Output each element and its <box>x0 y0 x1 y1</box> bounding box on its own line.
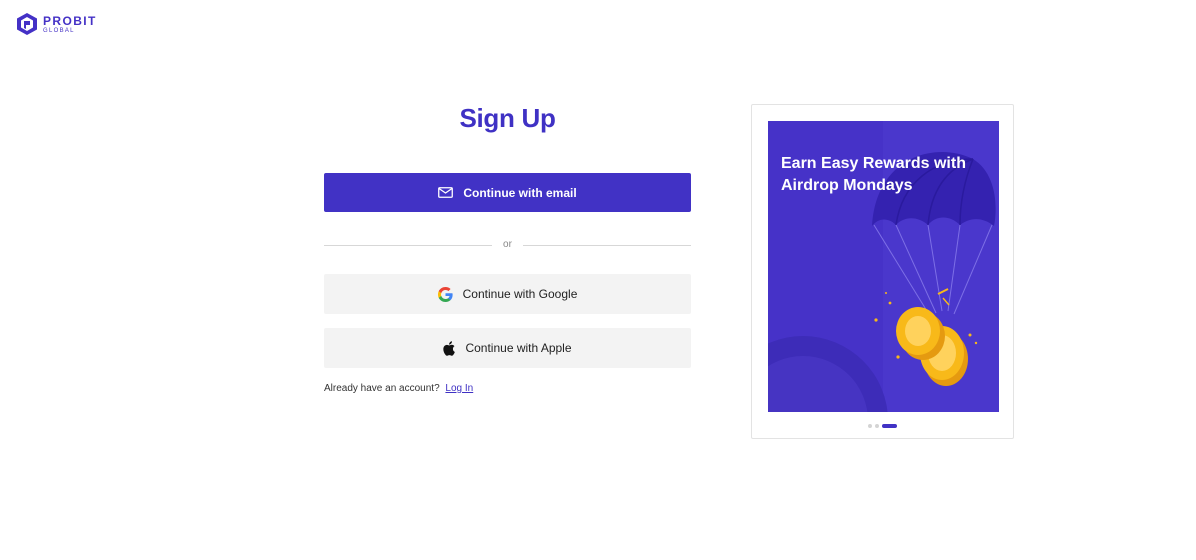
mail-icon <box>438 187 454 198</box>
logo-sub: GLOBAL <box>43 27 75 34</box>
probit-logo[interactable]: PROBIT GLOBAL <box>17 13 97 35</box>
or-divider: or <box>324 238 691 252</box>
google-icon <box>437 286 453 302</box>
apple-button-label: Continue with Apple <box>465 341 572 355</box>
carousel-dot-1[interactable] <box>868 424 872 428</box>
page-title: Sign Up <box>459 103 556 133</box>
probit-logo-icon <box>17 13 37 35</box>
carousel-dot-3[interactable] <box>882 424 897 428</box>
login-prompt-row: Already have an account? Log In <box>324 383 473 394</box>
login-link[interactable]: Log In <box>445 383 473 394</box>
continue-with-email-button[interactable]: Continue with email <box>324 173 691 212</box>
carousel-dot-2[interactable] <box>875 424 879 428</box>
google-button-label: Continue with Google <box>462 287 578 301</box>
promo-banner[interactable]: Earn Easy Rewards with Airdrop Mondays <box>768 121 999 412</box>
apple-icon <box>443 340 456 356</box>
email-button-label: Continue with email <box>463 185 577 200</box>
promo-carousel[interactable]: Earn Easy Rewards with Airdrop Mondays <box>751 104 1014 439</box>
carousel-indicators <box>752 424 1013 428</box>
divider-line-right <box>523 245 691 246</box>
continue-with-google-button[interactable]: Continue with Google <box>324 274 691 314</box>
login-prompt-text: Already have an account? <box>324 383 440 394</box>
promo-heading: Earn Easy Rewards with Airdrop Mondays <box>781 155 966 194</box>
logo-wordmark: PROBIT GLOBAL <box>43 15 97 34</box>
logo-name: PROBIT <box>43 13 97 28</box>
continue-with-apple-button[interactable]: Continue with Apple <box>324 328 691 368</box>
